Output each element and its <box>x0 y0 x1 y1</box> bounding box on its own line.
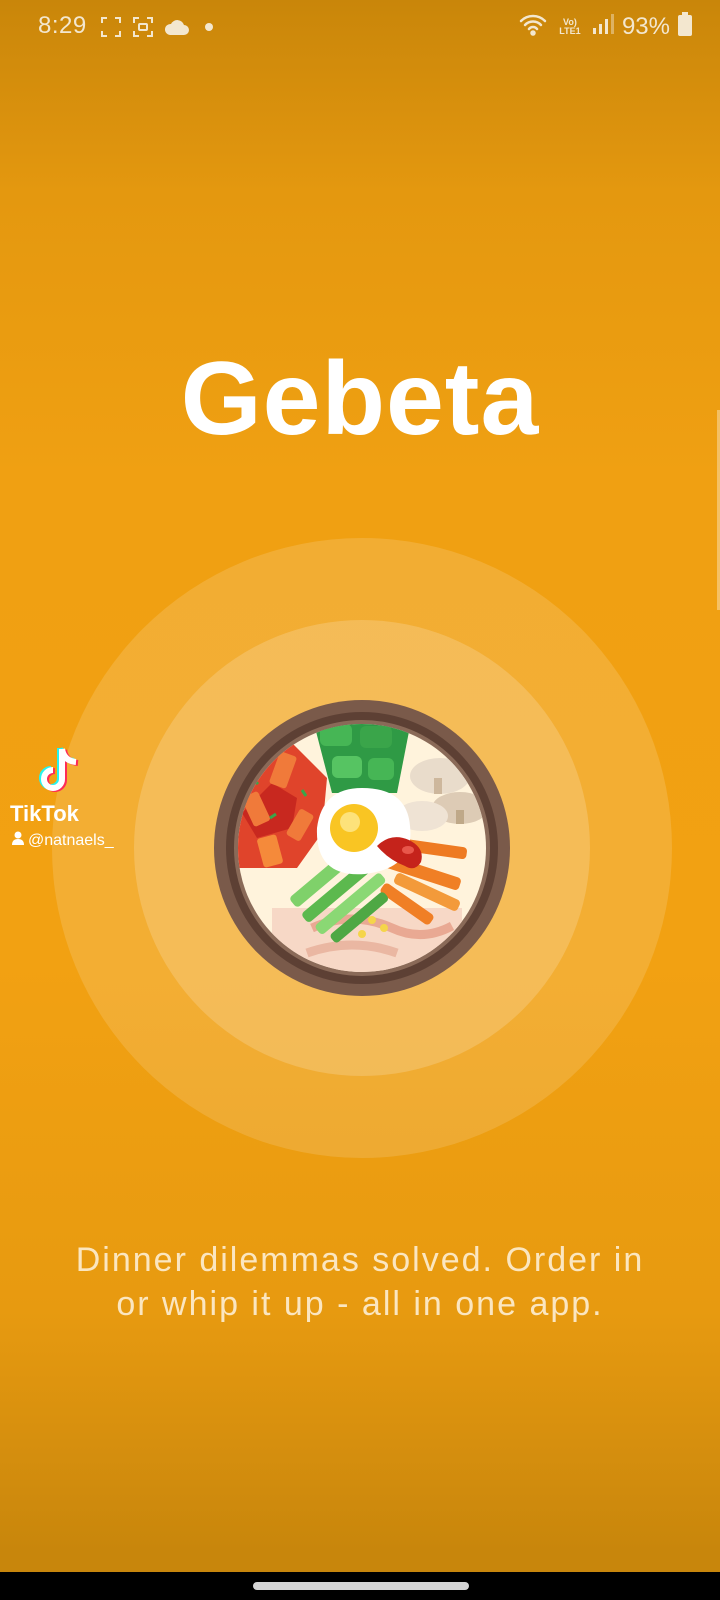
tiktok-username: @natnaels_ <box>12 831 114 850</box>
status-time: 8:29 <box>38 12 87 39</box>
battery-percentage: 93% <box>621 12 670 40</box>
tagline: Dinner dilemmas solved. Order in or whip… <box>40 1238 680 1326</box>
app-title: Gebeta <box>180 341 540 457</box>
cloud-icon <box>164 18 190 41</box>
battery-icon <box>678 12 692 41</box>
tiktok-username-text: @natnaels_ <box>28 831 114 849</box>
status-right: Vo) LTE1 93% <box>518 12 692 41</box>
signal-icon <box>592 13 614 40</box>
dot-icon <box>200 18 218 41</box>
navigation-bar <box>0 1572 720 1600</box>
network-label: Vo) LTE1 <box>559 16 581 36</box>
wifi-icon <box>518 12 548 41</box>
status-left-icons <box>100 16 218 43</box>
tagline-line-2: or whip it up - all in one app. <box>116 1285 604 1323</box>
bibimbap-bowl-icon <box>212 698 512 998</box>
tiktok-brand-name: TikTok <box>10 801 79 826</box>
screenshot-icon <box>100 16 122 43</box>
screen-record-icon <box>132 16 154 43</box>
home-indicator[interactable] <box>253 1582 469 1590</box>
tiktok-logo-icon <box>36 745 84 802</box>
tagline-line-1: Dinner dilemmas solved. Order in <box>75 1241 645 1279</box>
user-icon <box>12 831 24 850</box>
status-bar: 8:29 Vo) LTE1 93% <box>0 0 720 56</box>
